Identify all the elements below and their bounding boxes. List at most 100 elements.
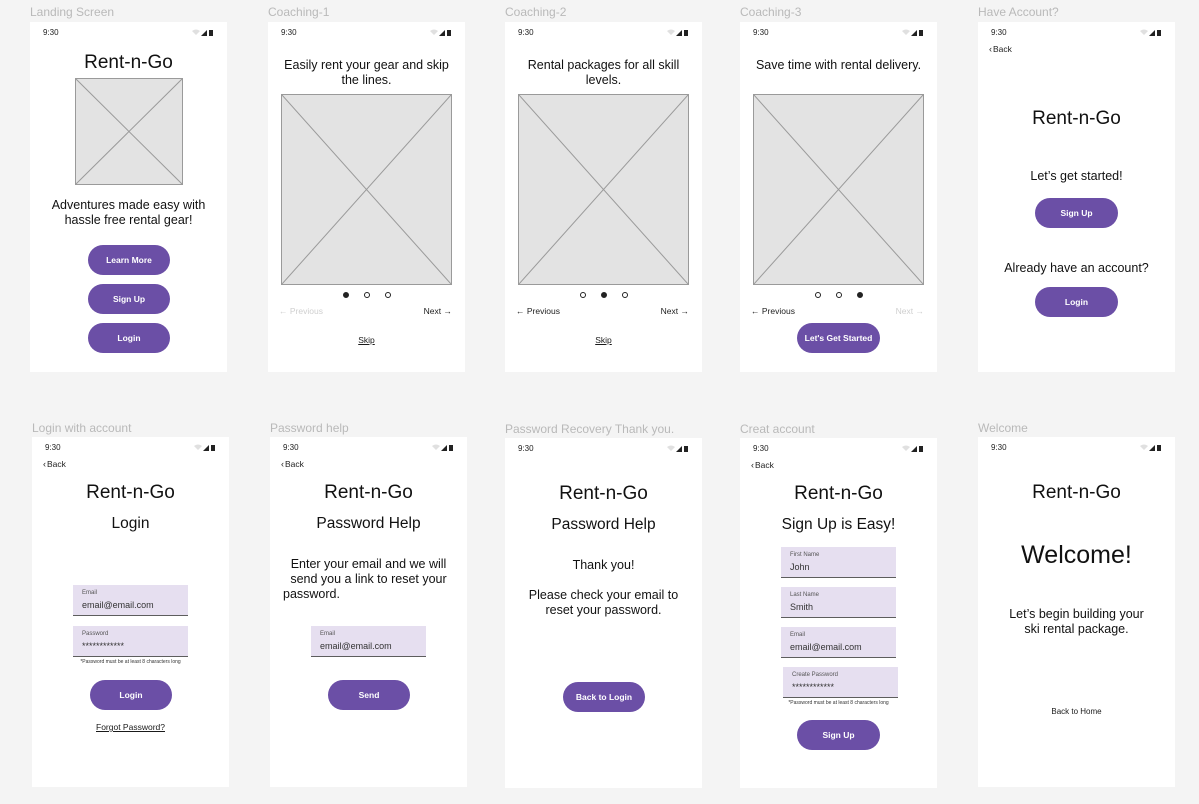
signal-icon bbox=[676, 30, 682, 36]
back-label: Back bbox=[755, 460, 774, 470]
frame-label-password-help: Password help bbox=[270, 421, 349, 435]
lets-get-started-button[interactable]: Let's Get Started bbox=[797, 323, 880, 353]
coaching-text-line-1: Save time with rental delivery. bbox=[755, 58, 922, 72]
email-field-label: Email bbox=[790, 632, 806, 638]
status-icons bbox=[902, 29, 923, 36]
brand-title: Rent-n-Go bbox=[86, 482, 175, 503]
next-link[interactable]: Next → bbox=[661, 306, 689, 316]
welcome-heading: Welcome! bbox=[1021, 541, 1132, 569]
previous-label: Previous bbox=[526, 306, 560, 316]
previous-label: Previous bbox=[761, 306, 795, 316]
sign-up-button[interactable]: Sign Up bbox=[1035, 198, 1118, 228]
previous-link[interactable]: ← Previous bbox=[751, 306, 795, 316]
brand-title: Rent-n-Go bbox=[794, 483, 883, 504]
first-name-field[interactable]: First Name John bbox=[781, 547, 896, 578]
back-button[interactable]: ‹Back bbox=[43, 459, 66, 469]
email-field-value: email@email.com bbox=[320, 641, 392, 651]
sign-up-button[interactable]: Sign Up bbox=[88, 284, 170, 314]
page-dot[interactable] bbox=[363, 292, 370, 298]
wifi-icon bbox=[194, 444, 202, 450]
create-password-field[interactable]: Create Password ************ bbox=[783, 667, 898, 698]
back-button[interactable]: ‹Back bbox=[989, 44, 1012, 54]
back-button[interactable]: ‹Back bbox=[281, 459, 304, 469]
login-button[interactable]: Login bbox=[90, 680, 172, 710]
check-email-line-2: reset your password. bbox=[545, 603, 662, 617]
next-link[interactable]: Next → bbox=[424, 306, 452, 316]
previous-link[interactable]: ← Previous bbox=[516, 306, 560, 316]
last-name-label: Last Name bbox=[790, 592, 820, 598]
next-link: Next → bbox=[896, 306, 924, 316]
wifi-icon bbox=[192, 29, 200, 35]
status-icons bbox=[192, 29, 213, 36]
create-password-label: Create Password bbox=[792, 672, 839, 678]
page-dot[interactable] bbox=[579, 292, 586, 298]
skip-link[interactable]: Skip bbox=[268, 335, 465, 345]
status-time: 9:30 bbox=[281, 28, 297, 37]
chevron-left-icon: ‹ bbox=[751, 460, 754, 470]
status-icons bbox=[194, 444, 215, 451]
status-time: 9:30 bbox=[753, 28, 769, 37]
back-label: Back bbox=[47, 459, 66, 469]
email-field-label: Email bbox=[82, 590, 98, 596]
back-to-home-link[interactable]: Back to Home bbox=[978, 707, 1175, 716]
skip-link[interactable]: Skip bbox=[505, 335, 702, 345]
page-dot[interactable] bbox=[621, 292, 628, 298]
page-title: Login bbox=[111, 515, 150, 532]
battery-icon bbox=[1157, 445, 1161, 451]
status-icons bbox=[432, 444, 453, 451]
back-button[interactable]: ‹Back bbox=[751, 460, 774, 470]
forgot-password-link[interactable]: Forgot Password? bbox=[32, 722, 229, 732]
coaching-text-line-2: the lines. bbox=[341, 73, 392, 87]
page-dot-active[interactable] bbox=[600, 292, 607, 298]
password-field[interactable]: Password ************ bbox=[73, 626, 188, 657]
create-account-screen: 9:30 ‹Back Rent-n-Go Sign Up is Easy! Fi… bbox=[740, 438, 937, 788]
arrow-right-icon: → bbox=[678, 306, 689, 316]
email-field[interactable]: Email email@email.com bbox=[781, 627, 896, 658]
email-field-value: email@email.com bbox=[82, 600, 154, 610]
status-icons bbox=[1140, 444, 1161, 451]
instructions-line-3: password. bbox=[283, 587, 340, 601]
back-to-login-button[interactable]: Back to Login bbox=[563, 682, 645, 712]
page-dot-active[interactable] bbox=[856, 292, 863, 298]
page-dot-active[interactable] bbox=[342, 292, 349, 298]
coaching-text-line-2: levels. bbox=[585, 73, 622, 87]
last-name-field[interactable]: Last Name Smith bbox=[781, 587, 896, 618]
email-field[interactable]: Email email@email.com bbox=[73, 585, 188, 616]
wifi-icon bbox=[902, 445, 910, 451]
status-time: 9:30 bbox=[991, 28, 1007, 37]
login-button[interactable]: Login bbox=[88, 323, 170, 353]
wifi-icon bbox=[667, 445, 675, 451]
learn-more-button[interactable]: Learn More bbox=[88, 245, 170, 275]
page-dot[interactable] bbox=[835, 292, 842, 298]
battery-icon bbox=[1157, 30, 1161, 36]
email-field[interactable]: Email email@email.com bbox=[311, 626, 426, 657]
coaching-text-line-1: Easily rent your gear and skip bbox=[284, 58, 449, 72]
arrow-right-icon: → bbox=[913, 306, 924, 316]
chevron-left-icon: ‹ bbox=[43, 459, 46, 469]
arrow-right-icon: → bbox=[441, 306, 452, 316]
first-name-value: John bbox=[790, 562, 810, 572]
password-hint: *Password must be at least 8 characters … bbox=[80, 659, 181, 665]
page-title: Password Help bbox=[316, 515, 421, 532]
page-dot[interactable] bbox=[384, 292, 391, 298]
frame-label-create-account: Creat account bbox=[740, 422, 815, 436]
send-button[interactable]: Send bbox=[328, 680, 410, 710]
next-label: Next bbox=[423, 306, 442, 316]
welcome-screen: 9:30 Rent-n-Go Welcome! Let’s begin buil… bbox=[978, 437, 1175, 787]
signal-icon bbox=[439, 30, 445, 36]
next-label: Next bbox=[895, 306, 914, 316]
page-dot[interactable] bbox=[814, 292, 821, 298]
frame-label-login: Login with account bbox=[32, 421, 132, 435]
sign-up-button[interactable]: Sign Up bbox=[797, 720, 880, 750]
signal-icon bbox=[676, 446, 682, 452]
battery-icon bbox=[684, 446, 688, 452]
tagline-line-1: Adventures made easy with bbox=[51, 198, 206, 212]
battery-icon bbox=[209, 30, 213, 36]
lets-get-started-text: Let’s get started! bbox=[1030, 169, 1123, 183]
pagination-dots bbox=[505, 292, 702, 298]
password-field-label: Password bbox=[82, 631, 109, 637]
login-button[interactable]: Login bbox=[1035, 287, 1118, 317]
password-help-screen: 9:30 ‹Back Rent-n-Go Password Help Enter… bbox=[270, 437, 467, 787]
password-field-value: ************ bbox=[82, 641, 125, 651]
frame-label-have-account: Have Account? bbox=[978, 5, 1059, 19]
